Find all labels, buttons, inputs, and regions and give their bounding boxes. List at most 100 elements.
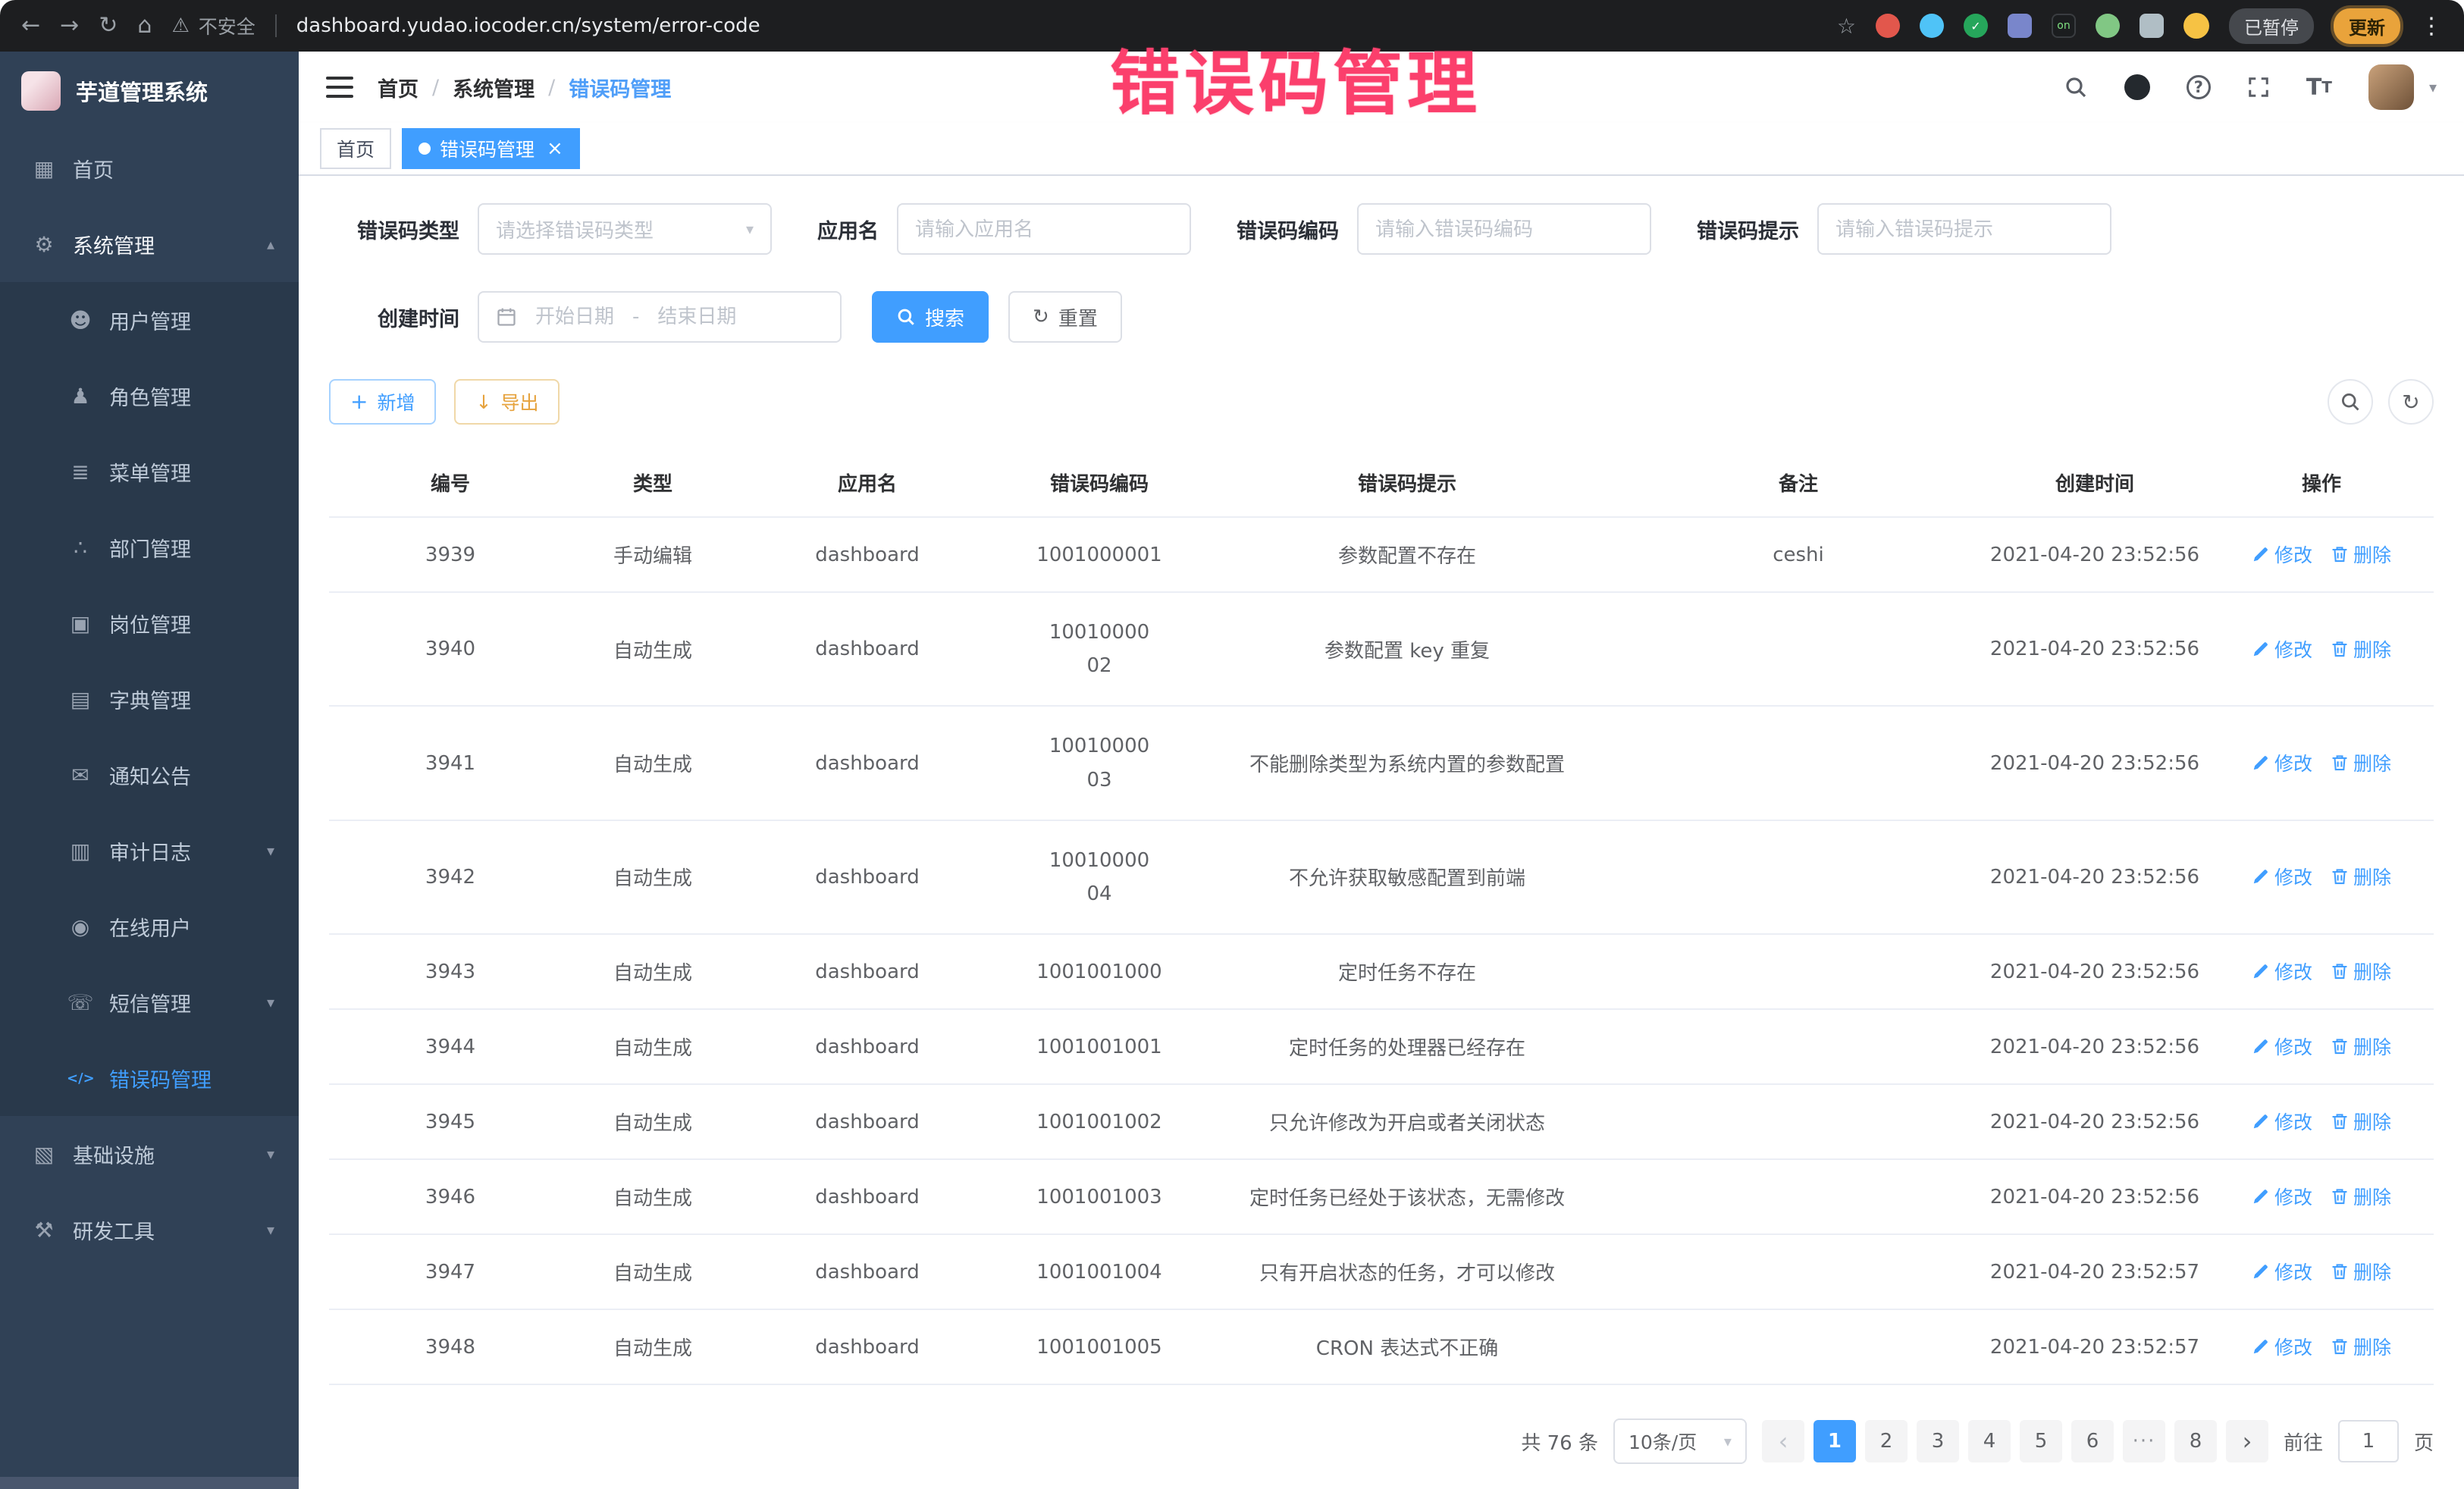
chevron-down-icon[interactable]: ▾ <box>2429 78 2437 96</box>
breadcrumb-item-1[interactable]: 首页 <box>378 73 419 102</box>
home-icon[interactable]: ⌂ <box>137 14 152 37</box>
extension-icon[interactable] <box>2140 14 2164 38</box>
delete-link[interactable]: 删除 <box>2331 749 2391 776</box>
edit-link[interactable]: 修改 <box>2252 541 2312 568</box>
sidebar-item-home[interactable]: ▦首页 <box>0 130 299 206</box>
edit-link[interactable]: 修改 <box>2252 1108 2312 1135</box>
sidebar-item-user[interactable]: ☻用户管理 <box>0 282 299 358</box>
sidebar-item-post[interactable]: ▣岗位管理 <box>0 585 299 661</box>
paused-badge[interactable]: 已暂停 <box>2229 8 2314 44</box>
search-button[interactable]: 搜索 <box>872 291 989 343</box>
back-icon[interactable]: ← <box>21 14 40 37</box>
app-name-input[interactable] <box>897 203 1191 255</box>
page-button-3[interactable]: 3 <box>1917 1420 1959 1462</box>
security-label: 不安全 <box>199 12 255 39</box>
extension-icon[interactable]: on <box>2052 14 2076 38</box>
security-indicator[interactable]: ⚠ 不安全 <box>171 12 255 39</box>
sidebar-item-role[interactable]: ♟角色管理 <box>0 358 299 434</box>
app-logo-row[interactable]: 芋道管理系统 <box>0 52 299 130</box>
sidebar-item-dept[interactable]: ∴部门管理 <box>0 509 299 585</box>
tab-home[interactable]: 首页 <box>320 128 391 169</box>
edit-link[interactable]: 修改 <box>2252 1258 2312 1285</box>
profile-emoji-icon[interactable] <box>2183 13 2209 39</box>
sidebar-item-sms[interactable]: ☏短信管理▾ <box>0 964 299 1040</box>
delete-link[interactable]: 删除 <box>2331 635 2391 663</box>
extension-icon[interactable] <box>2008 14 2032 38</box>
reset-button[interactable]: ↻ 重置 <box>1008 291 1122 343</box>
edit-link[interactable]: 修改 <box>2252 1183 2312 1210</box>
breadcrumb-item-2[interactable]: 系统管理 <box>453 73 534 102</box>
error-type-select[interactable]: 请选择错误码类型 ▾ <box>478 203 772 255</box>
page-ellipsis-button[interactable]: ··· <box>2123 1420 2165 1462</box>
delete-link[interactable]: 删除 <box>2331 958 2391 985</box>
tab-error-code[interactable]: 错误码管理× <box>402 128 580 169</box>
goto-page-input[interactable] <box>2338 1420 2399 1462</box>
edit-link[interactable]: 修改 <box>2252 635 2312 663</box>
delete-link[interactable]: 删除 <box>2331 1258 2391 1285</box>
start-date-input[interactable] <box>528 306 622 328</box>
edit-link[interactable]: 修改 <box>2252 958 2312 985</box>
sidebar-item-menu[interactable]: ≣菜单管理 <box>0 434 299 509</box>
error-code-input[interactable] <box>1357 203 1651 255</box>
infra-icon: ▧ <box>30 1142 58 1167</box>
reload-icon[interactable]: ↻ <box>99 14 118 37</box>
page-size-select[interactable]: 10条/页 ▾ <box>1613 1418 1747 1464</box>
page-button-4[interactable]: 4 <box>1968 1420 2011 1462</box>
filter-label: 错误码提示 <box>1697 215 1799 244</box>
prev-page-button[interactable]: ‹ <box>1762 1420 1804 1462</box>
close-tab-icon[interactable]: × <box>547 139 563 158</box>
filter-label: 应用名 <box>817 215 879 244</box>
delete-link[interactable]: 删除 <box>2331 541 2391 568</box>
search-icon[interactable] <box>2064 75 2088 99</box>
error-hint-input[interactable] <box>1817 203 2111 255</box>
end-date-input[interactable] <box>650 306 744 328</box>
page-button-6[interactable]: 6 <box>2071 1420 2114 1462</box>
chevron-down-icon: ▾ <box>746 220 754 238</box>
extension-icon[interactable] <box>2096 14 2120 38</box>
collapse-sidebar-icon[interactable] <box>326 77 353 98</box>
extension-icon[interactable]: ✓ <box>1964 14 1988 38</box>
delete-link[interactable]: 删除 <box>2331 863 2391 890</box>
create-time-range-picker[interactable]: - <box>478 291 842 343</box>
page-button-2[interactable]: 2 <box>1865 1420 1908 1462</box>
export-button[interactable]: ↓ 导出 <box>454 379 560 425</box>
delete-link[interactable]: 删除 <box>2331 1033 2391 1060</box>
refresh-table-button[interactable]: ↻ <box>2388 379 2434 425</box>
delete-link[interactable]: 删除 <box>2331 1333 2391 1360</box>
edit-link[interactable]: 修改 <box>2252 749 2312 776</box>
user-avatar[interactable] <box>2368 64 2414 110</box>
edit-link[interactable]: 修改 <box>2252 1033 2312 1060</box>
fullscreen-icon[interactable] <box>2247 76 2270 99</box>
edit-link[interactable]: 修改 <box>2252 863 2312 890</box>
sidebar-item-dev-tool[interactable]: ⚒研发工具▾ <box>0 1192 299 1268</box>
github-icon[interactable] <box>2124 74 2150 100</box>
sidebar-item-infra[interactable]: ▧基础设施▾ <box>0 1116 299 1192</box>
browser-menu-icon[interactable]: ⋮ <box>2420 13 2443 39</box>
sidebar-item-error-code[interactable]: </>错误码管理 <box>0 1040 299 1116</box>
add-button[interactable]: + 新增 <box>329 379 436 425</box>
update-button[interactable]: 更新 <box>2334 8 2400 44</box>
help-icon[interactable]: ? <box>2187 75 2211 99</box>
delete-link[interactable]: 删除 <box>2331 1108 2391 1135</box>
delete-link[interactable]: 删除 <box>2331 1183 2391 1210</box>
url-bar[interactable]: dashboard.yudao.iocoder.cn/system/error-… <box>296 14 760 37</box>
cell-app: dashboard <box>734 1159 1001 1234</box>
forward-icon[interactable]: → <box>60 14 79 37</box>
toggle-search-button[interactable] <box>2328 379 2373 425</box>
page-button-5[interactable]: 5 <box>2020 1420 2062 1462</box>
sidebar-item-dict[interactable]: ▤字典管理 <box>0 661 299 737</box>
next-page-button[interactable]: › <box>2226 1420 2268 1462</box>
extension-icon[interactable] <box>1920 14 1944 38</box>
sidebar-collapse-bar[interactable] <box>0 1477 299 1489</box>
edit-link[interactable]: 修改 <box>2252 1333 2312 1360</box>
app-logo <box>21 71 61 111</box>
sidebar-item-audit-log[interactable]: ▥审计日志▾ <box>0 813 299 889</box>
sidebar-item-system[interactable]: ⚙系统管理▴ <box>0 206 299 282</box>
font-size-icon[interactable]: TT <box>2306 74 2332 101</box>
sidebar-item-notice[interactable]: ✉通知公告 <box>0 737 299 813</box>
page-button-1[interactable]: 1 <box>1814 1420 1856 1462</box>
sidebar-item-online-user[interactable]: ◉在线用户 <box>0 889 299 964</box>
extension-icon[interactable] <box>1876 14 1900 38</box>
page-button-8[interactable]: 8 <box>2174 1420 2217 1462</box>
bookmark-star-icon[interactable]: ☆ <box>1837 14 1856 39</box>
